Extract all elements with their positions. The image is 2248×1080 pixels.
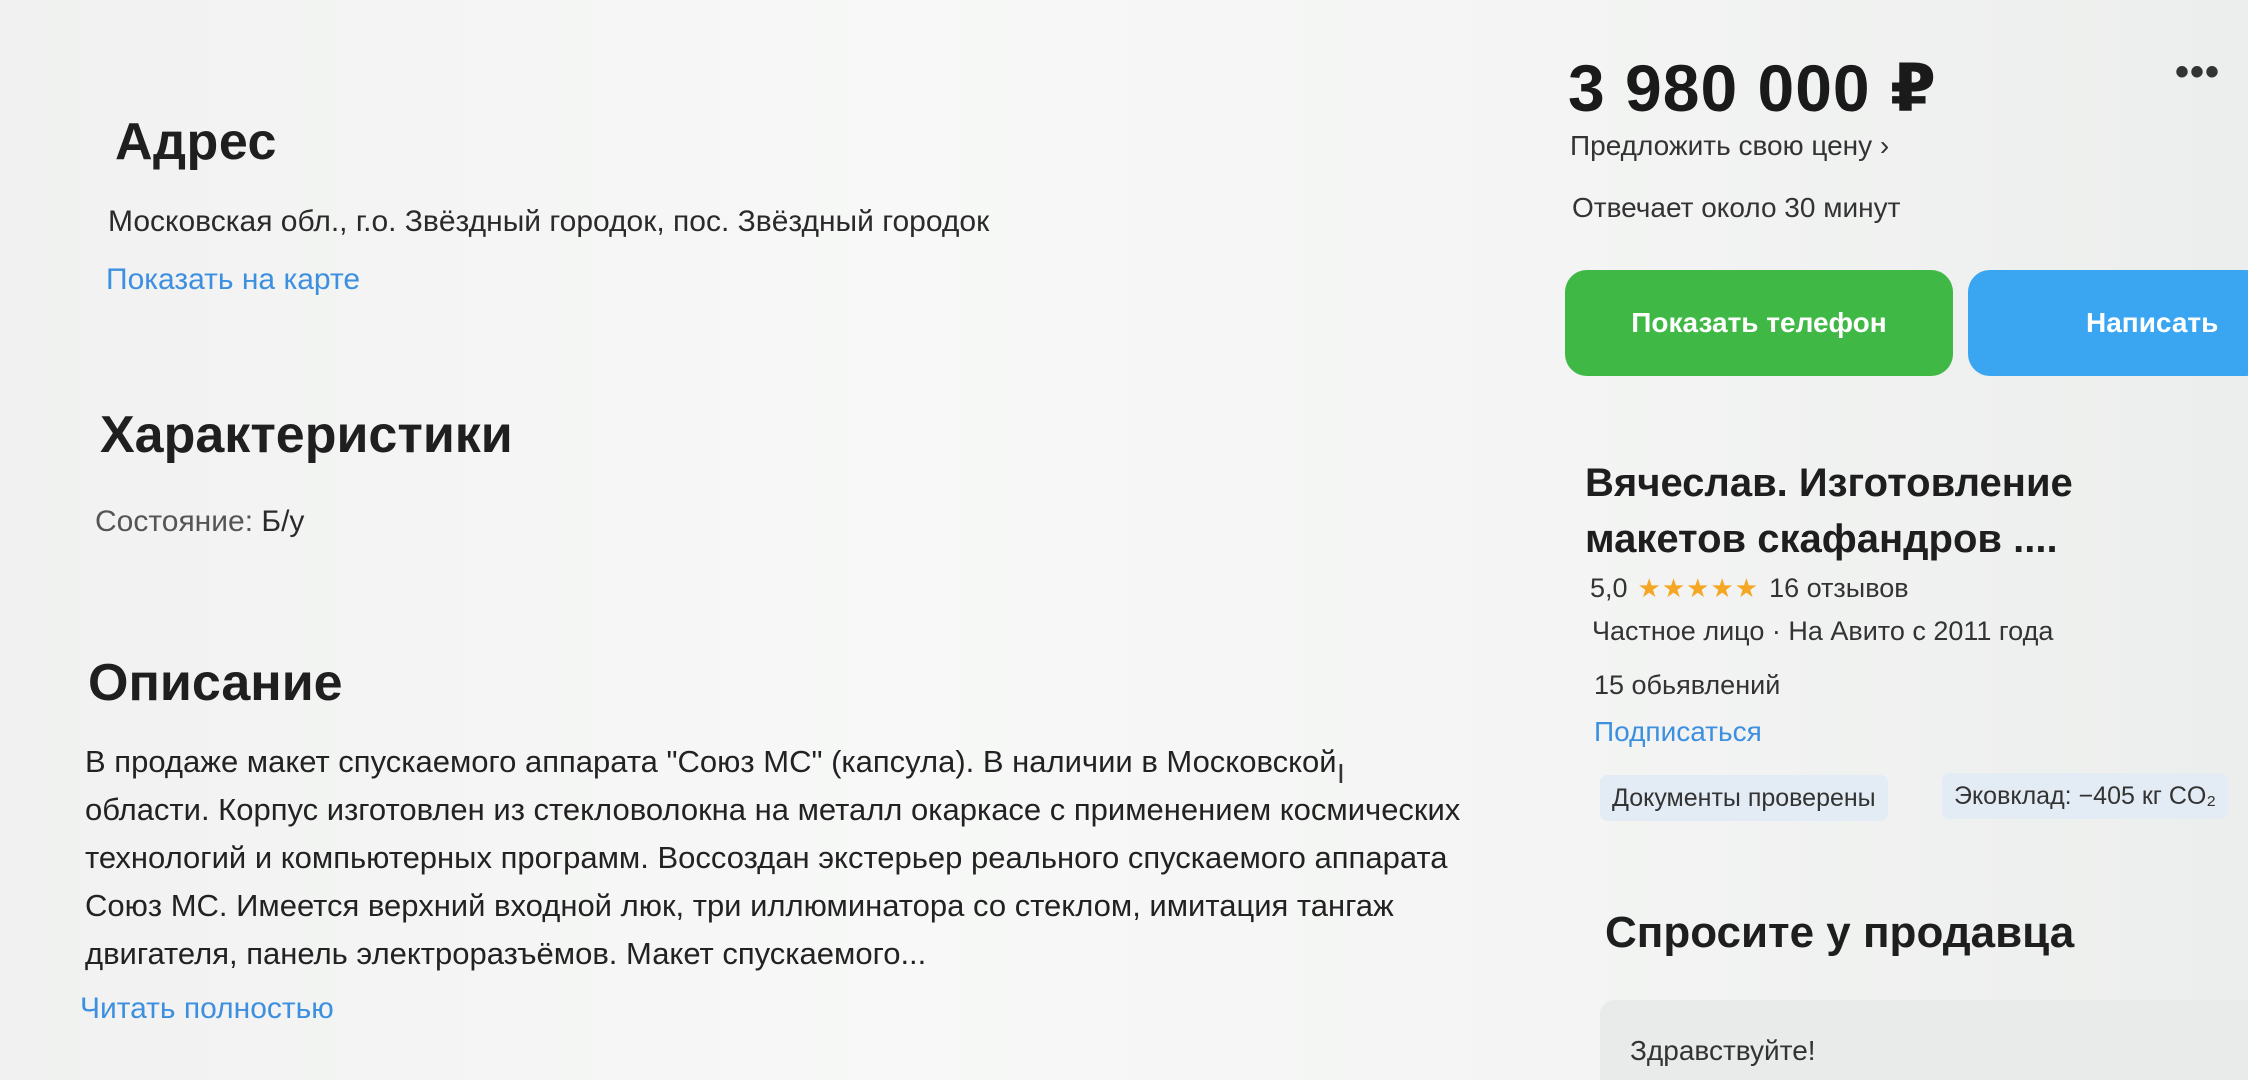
description-heading: Описание [88,654,343,712]
subscribe-link[interactable]: Подписаться [1594,716,1762,748]
ask-greeting-chip[interactable]: Здравствуйте! [1630,1035,1816,1067]
seller-rating: 5,0 ★★★★★ 16 отзывов [1590,573,1909,604]
seller-type: Частное лицо · На Авито с 2011 года [1592,616,2054,646]
response-time: Отвечает около 30 минут [1572,192,1901,223]
spec-condition: Состояние: Б/у [95,505,304,539]
show-on-map-link[interactable]: Показать на карте [106,263,360,297]
eco-contribution-badge[interactable]: Эковклад: −405 кг CO₂ [1942,773,2229,819]
star-icons: ★★★★★ [1637,573,1760,603]
ask-seller-heading: Спросите у продавца [1605,908,2075,957]
reviews-link[interactable]: 16 отзывов [1769,573,1909,604]
price: 3 980 000 ₽ [1568,51,1937,125]
seller-listings[interactable]: 15 обьявлений [1594,670,1780,701]
more-dots-icon[interactable]: ••• [2175,50,2220,95]
rating-value: 5,0 [1590,573,1628,603]
address-heading: Адрес [115,113,277,171]
description-text: В продаже макет спускаемого аппарата "Со… [85,744,1461,971]
offer-price-link[interactable]: Предложить свою цену › [1570,130,1889,162]
seller-name[interactable]: Вячеслав. Изготовление макетов скафандро… [1585,455,2205,567]
text-cursor-icon: I [1337,758,1345,789]
docs-verified-badge[interactable]: Документы проверены [1600,775,1888,821]
spec-label: Состояние: [95,505,254,538]
write-message-button[interactable]: Написать [1968,270,2248,376]
show-phone-button[interactable]: Показать телефон [1565,270,1953,376]
address-text: Московская обл., г.о. Звёздный городок, … [108,205,990,238]
read-more-link[interactable]: Читать полностью [80,992,334,1026]
specs-heading: Характеристики [100,406,513,464]
spec-value: Б/у [261,505,305,538]
